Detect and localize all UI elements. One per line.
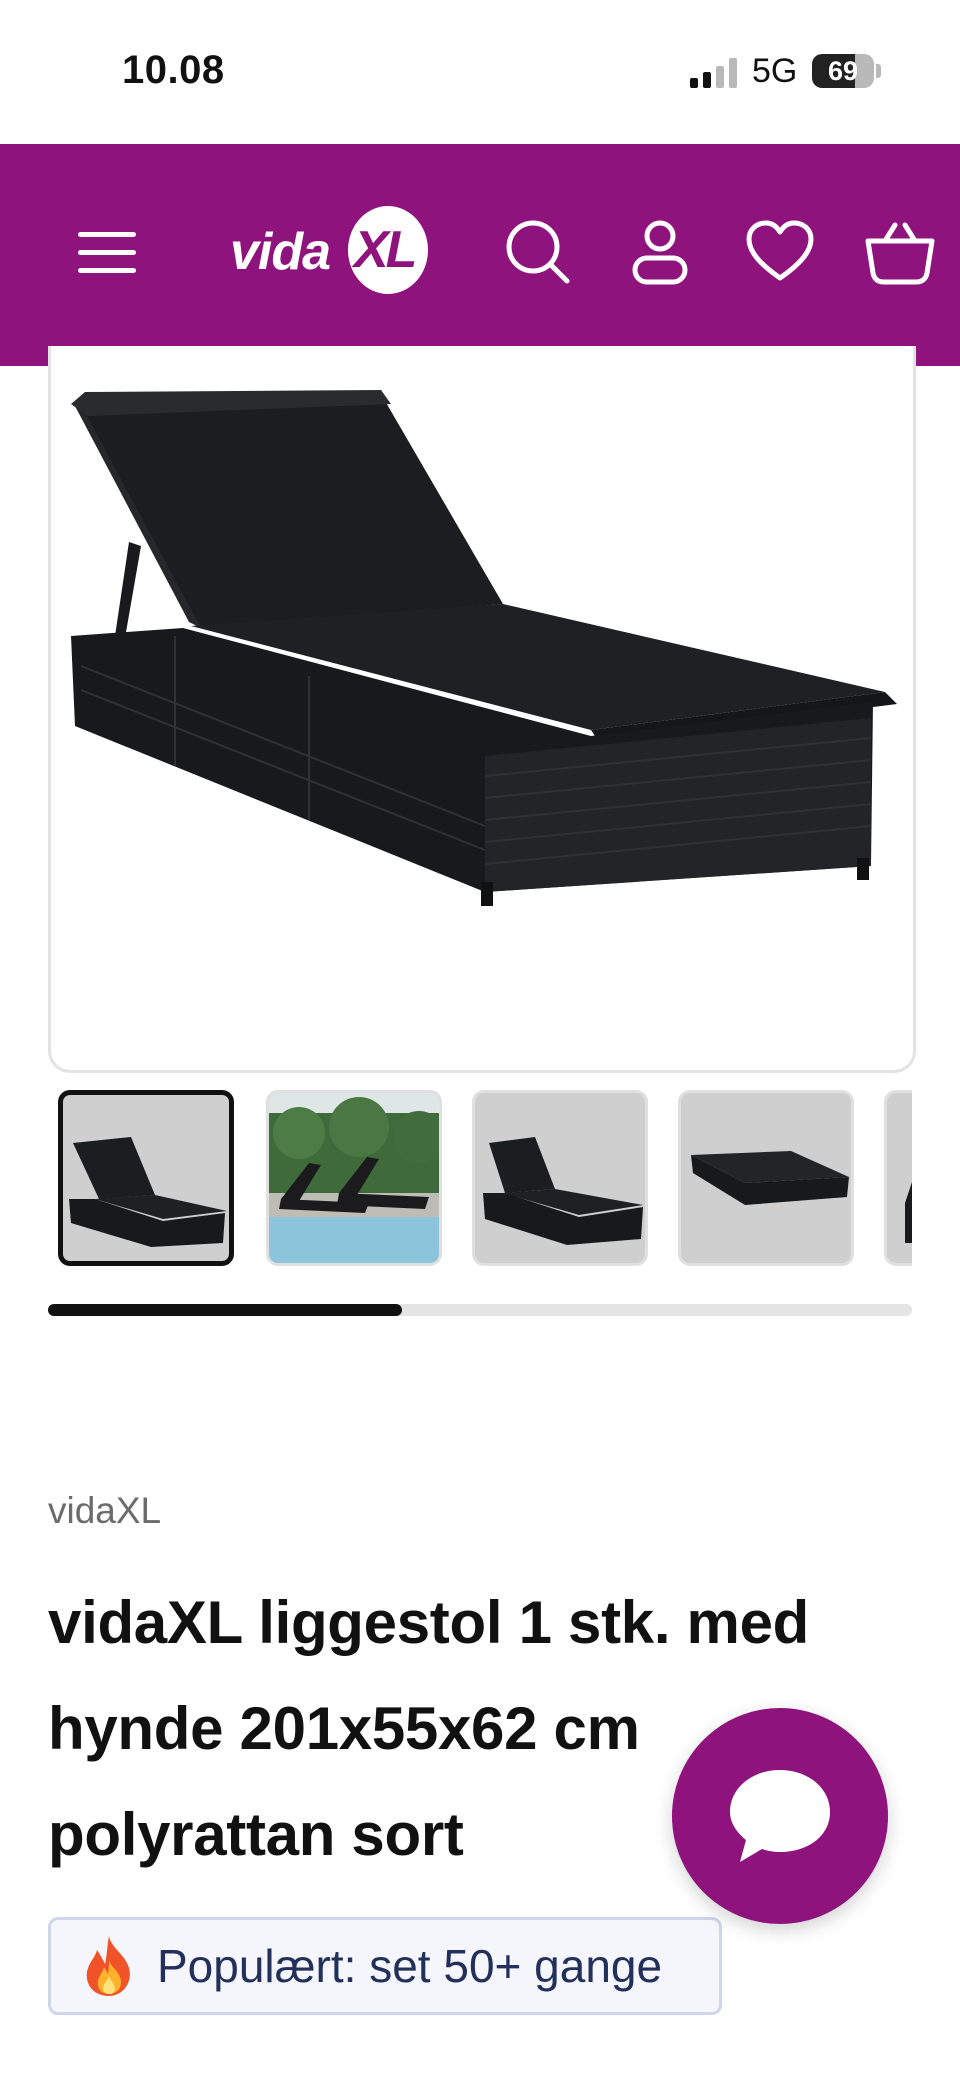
battery-tip [876,64,881,78]
heart-icon [746,220,814,281]
vidaxl-logo[interactable]: vida XL [230,206,430,302]
thumbnail-image [483,1137,643,1245]
thumbnail-image [269,1093,439,1263]
thumbnail-image [691,1151,849,1205]
chat-button[interactable] [672,1708,888,1924]
gallery-scrollbar[interactable] [48,1304,912,1316]
menu-button[interactable] [58,202,158,302]
thumbnail-3[interactable] [472,1090,648,1266]
basket-icon [865,222,935,285]
network-label: 5G [752,52,798,90]
thumbnail-1[interactable] [58,1090,234,1266]
thumbnail-2[interactable] [266,1090,442,1266]
product-main-image[interactable] [48,346,916,1073]
thumbnail-image [905,1182,912,1243]
popular-badge: Populært: set 50+ gange [48,1917,722,2015]
gallery-scroll-thumb[interactable] [48,1304,403,1316]
status-time: 10.08 [122,48,225,92]
basket-button[interactable] [850,202,950,302]
search-button[interactable] [488,202,588,302]
logo-text: vida [230,223,331,281]
sun-lounger-image [71,390,897,906]
popular-badge-text: Populært: set 50+ gange [157,1940,663,1992]
product-brand[interactable]: vidaXL [48,1490,161,1532]
menu-icon [78,232,136,273]
account-icon [632,220,688,285]
account-button[interactable] [610,202,710,302]
battery-icon: 69 [812,54,874,88]
battery-percent: 69 [827,56,859,86]
wishlist-button[interactable] [730,202,830,302]
logo-xl: XL [354,221,417,279]
status-bar: 10.08 5G 69 [0,0,960,144]
fire-icon [86,1936,130,1996]
signal-icon [690,58,738,88]
search-icon [506,220,570,284]
chat-bubble-icon [730,1770,830,1862]
thumbnail-image [69,1137,227,1247]
thumbnail-4[interactable] [678,1090,854,1266]
thumbnail-strip [48,1086,912,1268]
thumbnail-5[interactable] [884,1090,912,1266]
site-header: vida XL [0,144,960,366]
